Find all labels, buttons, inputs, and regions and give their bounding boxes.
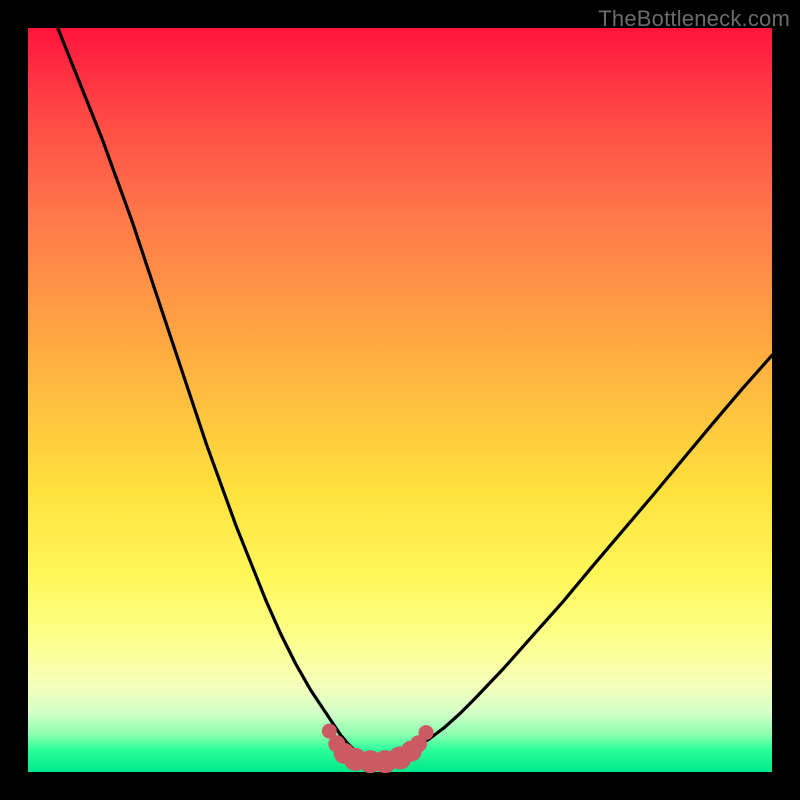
chart-frame: TheBottleneck.com [0,0,800,800]
plot-area [28,28,772,772]
bottleneck-curve [58,28,772,760]
chart-svg [28,28,772,772]
trough-marker [419,726,433,740]
